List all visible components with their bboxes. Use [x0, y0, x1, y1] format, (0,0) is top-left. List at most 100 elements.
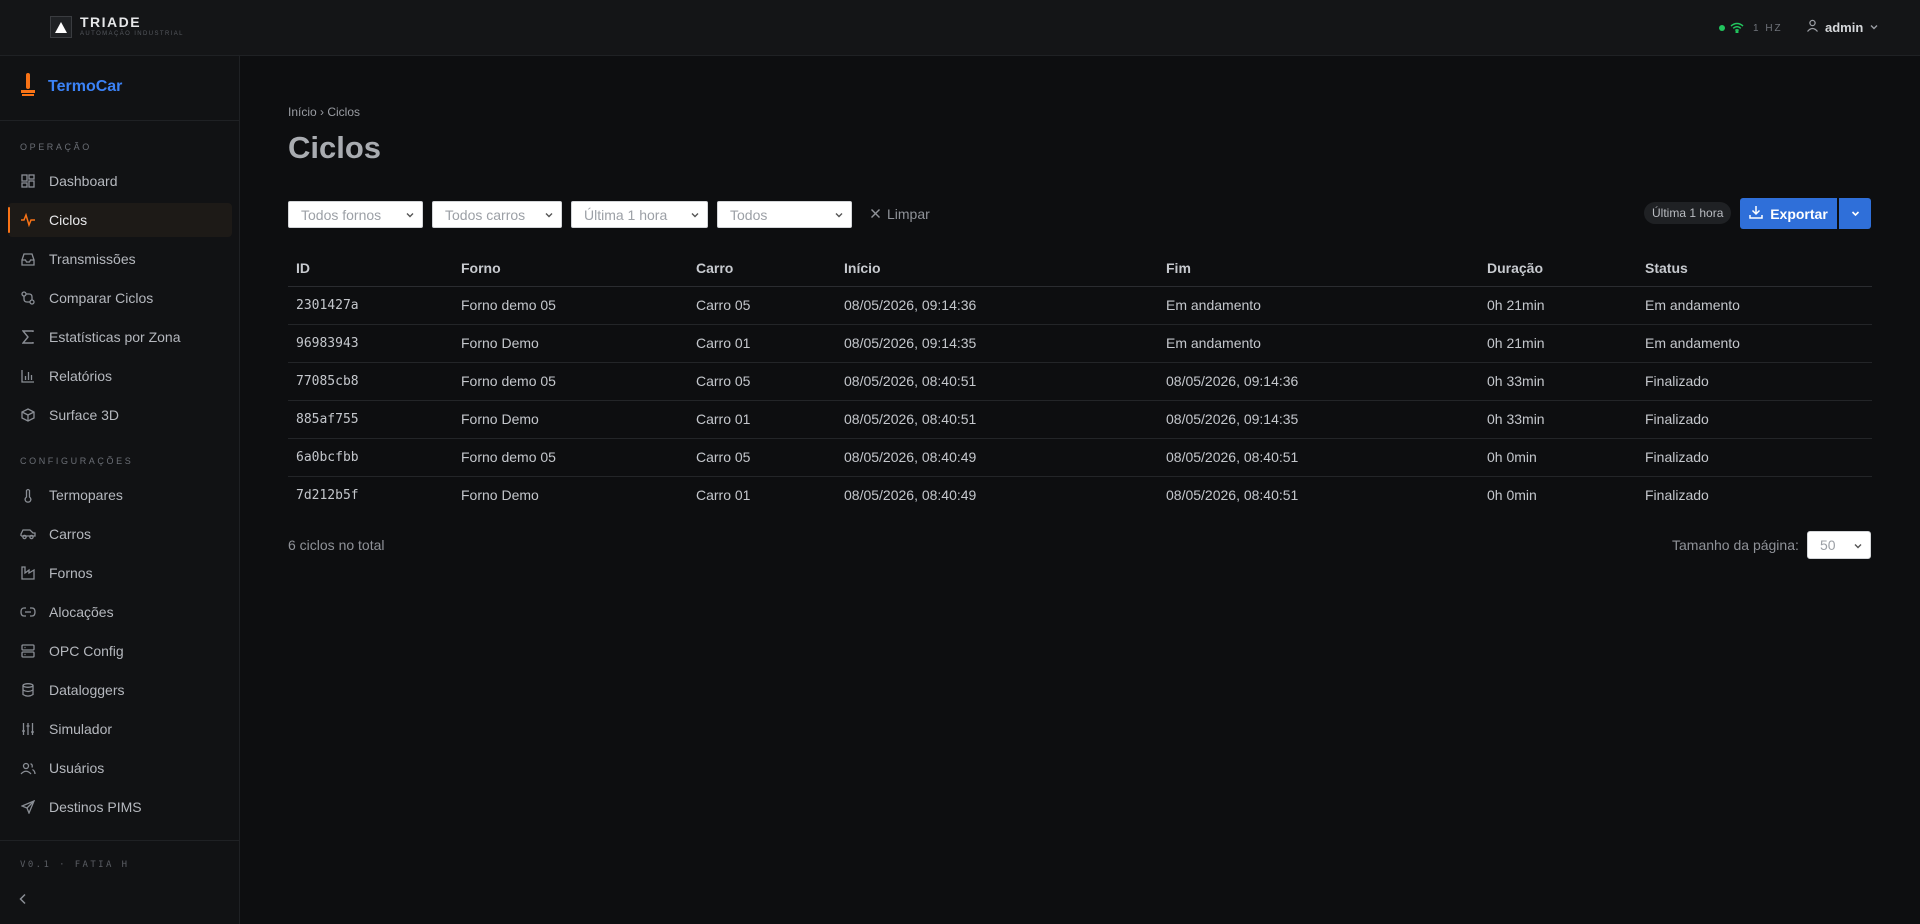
brand-logo[interactable]: TRIADE AUTOMAÇÃO INDUSTRIAL	[50, 15, 184, 39]
column-header-status[interactable]: Status	[1637, 250, 1872, 287]
cell-id: 96983943	[288, 324, 453, 363]
sidebar-item-destinos-pims[interactable]: Destinos PIMS	[8, 790, 232, 824]
export-label: Exportar	[1770, 205, 1828, 222]
sidebar-item-surface-3d[interactable]: Surface 3D	[8, 398, 232, 432]
brand-tagline: AUTOMAÇÃO INDUSTRIAL	[80, 31, 184, 37]
table-row[interactable]: 2301427a Forno demo 05 Carro 05 08/05/20…	[288, 286, 1872, 325]
table-row[interactable]: 96983943 Forno Demo Carro 01 08/05/2026,…	[288, 324, 1872, 363]
cell-status: Finalizado	[1637, 400, 1872, 439]
furnace-filter-select[interactable]: Todos fornos	[288, 201, 423, 228]
inbox-icon	[20, 251, 36, 267]
cell-id: 6a0bcfbb	[288, 438, 453, 477]
cell-carro: Carro 01	[688, 400, 836, 439]
brand-name: TRIADE	[80, 14, 142, 30]
connection-rate: 1 HZ	[1753, 22, 1783, 34]
cell-forno: Forno demo 05	[453, 438, 688, 477]
chevron-down-icon	[1869, 19, 1879, 35]
sidebar-item-transmissoes[interactable]: Transmissões	[8, 242, 232, 276]
sidebar-item-dashboard[interactable]: Dashboard	[8, 164, 232, 198]
table-row[interactable]: 77085cb8 Forno demo 05 Carro 05 08/05/20…	[288, 362, 1872, 401]
export-button[interactable]: Exportar	[1740, 198, 1837, 229]
cube-icon	[20, 407, 36, 423]
page-size-label: Tamanho da página:	[1672, 537, 1799, 553]
car-filter-select[interactable]: Todos carros	[432, 201, 562, 228]
user-icon	[1806, 19, 1819, 35]
car-icon	[20, 526, 36, 542]
sidebar-item-label: Relatórios	[49, 368, 113, 384]
cell-fim: Em andamento	[1158, 286, 1479, 325]
sidebar-item-label: Termopares	[49, 487, 123, 503]
factory-icon	[20, 565, 36, 581]
close-icon	[870, 206, 881, 222]
cell-fim: 08/05/2026, 08:40:51	[1166, 487, 1299, 504]
status-dot-icon	[1719, 25, 1725, 31]
collapse-sidebar-button[interactable]	[18, 892, 28, 908]
status-filter-select[interactable]: Todos	[717, 201, 852, 228]
export-options-button[interactable]	[1839, 198, 1871, 229]
sidebar-item-fornos[interactable]: Fornos	[8, 556, 232, 590]
users-icon	[20, 760, 36, 776]
chevron-down-icon	[1852, 539, 1864, 555]
page-size-select[interactable]: 50	[1807, 531, 1871, 559]
cell-carro: Carro 05	[688, 286, 836, 325]
cell-forno: Forno Demo	[461, 487, 539, 504]
sidebar-item-carros[interactable]: Carros	[8, 517, 232, 551]
app-title[interactable]: TermoCar	[20, 72, 122, 101]
column-header-forno[interactable]: Forno	[453, 250, 688, 287]
table-row[interactable]: 7d212b5f Forno Demo Carro 01 08/05/2026,…	[288, 476, 1872, 514]
cell-status: Finalizado	[1645, 487, 1709, 504]
cell-forno: Forno demo 05	[453, 286, 688, 325]
cell-id: 7d212b5f	[296, 487, 359, 503]
sidebar-item-label: Dataloggers	[49, 682, 125, 698]
cell-status: Em andamento	[1637, 324, 1872, 363]
clear-filters-button[interactable]: Limpar	[870, 206, 930, 222]
period-filter-placeholder: Última 1 hora	[584, 206, 668, 223]
clear-filters-label: Limpar	[887, 206, 930, 222]
cell-inicio: 08/05/2026, 08:40:49	[836, 438, 1158, 477]
chevron-left-icon	[18, 892, 28, 908]
table-row[interactable]: 6a0bcfbb Forno demo 05 Carro 05 08/05/20…	[288, 438, 1872, 477]
sidebar-item-label: Estatísticas por Zona	[49, 329, 181, 345]
cell-status: Finalizado	[1637, 438, 1872, 477]
sidebar-item-label: Carros	[49, 526, 92, 542]
breadcrumb[interactable]: Início › Ciclos	[288, 105, 360, 119]
period-filter-select[interactable]: Última 1 hora	[571, 201, 708, 228]
sidebar-item-ciclos[interactable]: Ciclos	[8, 203, 232, 237]
chevron-down-icon	[404, 208, 416, 224]
sidebar-item-label: Surface 3D	[49, 407, 120, 423]
cell-status: Em andamento	[1637, 286, 1872, 325]
column-header-id[interactable]: ID	[288, 250, 453, 287]
cell-duracao: 0h 0min	[1487, 487, 1537, 504]
page-title: Ciclos	[288, 130, 382, 165]
cycles-table: ID Forno Carro Início Fim Duração Status…	[288, 250, 1872, 514]
table-row[interactable]: 885af755 Forno Demo Carro 01 08/05/2026,…	[288, 400, 1872, 439]
sidebar-item-dataloggers[interactable]: Dataloggers	[8, 673, 232, 707]
furnace-filter-placeholder: Todos fornos	[301, 206, 382, 223]
table-header-row: ID Forno Carro Início Fim Duração Status	[288, 250, 1872, 287]
sidebar-item-relatorios[interactable]: Relatórios	[8, 359, 232, 393]
cell-id: 2301427a	[288, 286, 453, 325]
section-title-configuracoes: CONFIGURAÇÕES	[20, 456, 134, 466]
sidebar-item-estatisticas-zona[interactable]: Estatísticas por Zona	[8, 320, 232, 354]
column-header-duracao[interactable]: Duração	[1479, 250, 1637, 287]
cell-forno: Forno Demo	[453, 400, 688, 439]
sidebar-item-opc-config[interactable]: OPC Config	[8, 634, 232, 668]
column-header-fim[interactable]: Fim	[1158, 250, 1479, 287]
cell-carro: Carro 01	[696, 487, 751, 504]
cell-fim: Em andamento	[1158, 324, 1479, 363]
user-menu[interactable]: admin	[1806, 19, 1879, 35]
column-header-carro[interactable]: Carro	[688, 250, 836, 287]
total-count: 6 ciclos no total	[288, 537, 385, 553]
cell-inicio: 08/05/2026, 08:40:49	[844, 487, 977, 504]
sidebar-item-alocacoes[interactable]: Alocações	[8, 595, 232, 629]
sidebar-item-termopares[interactable]: Termopares	[8, 478, 232, 512]
cell-forno: Forno demo 05	[453, 362, 688, 401]
cell-duracao: 0h 21min	[1479, 324, 1637, 363]
sidebar-item-label: OPC Config	[49, 643, 124, 659]
sidebar-item-simulador[interactable]: Simulador	[8, 712, 232, 746]
sidebar-item-usuarios[interactable]: Usuários	[8, 751, 232, 785]
column-header-inicio[interactable]: Início	[836, 250, 1158, 287]
database-icon	[20, 682, 36, 698]
sidebar-item-comparar-ciclos[interactable]: Comparar Ciclos	[8, 281, 232, 315]
sidebar-item-label: Usuários	[49, 760, 105, 776]
